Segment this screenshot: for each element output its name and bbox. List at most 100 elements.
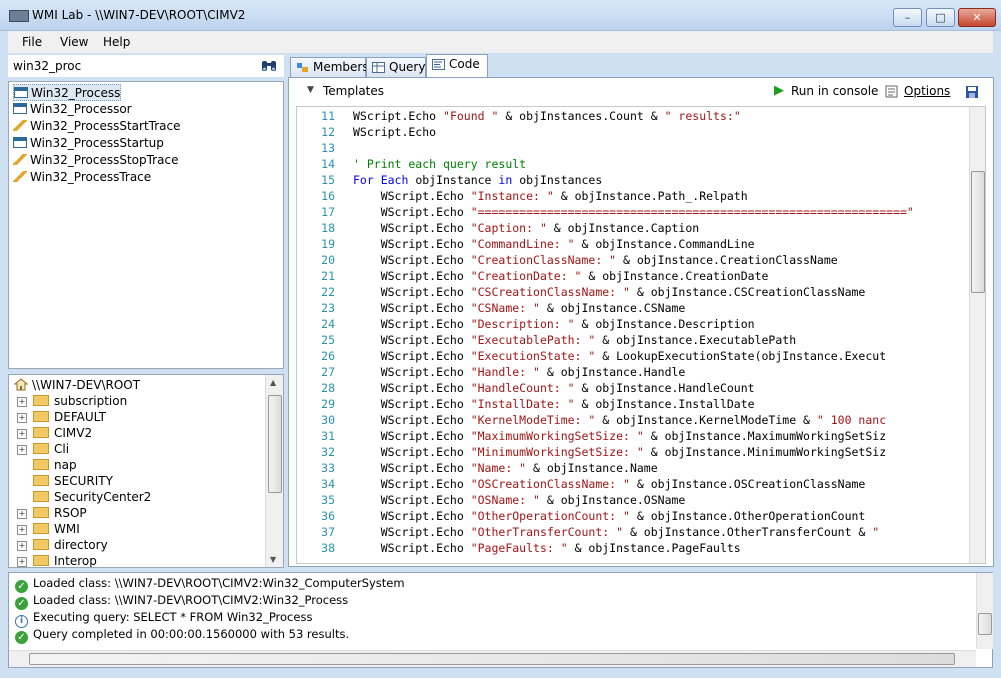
tree-item[interactable]: + Cli	[17, 441, 69, 457]
code-token: WScript.Echo	[353, 413, 471, 427]
scroll-thumb[interactable]	[268, 395, 282, 493]
tree-item-label: RSOP	[54, 506, 87, 520]
code-token: "HandleCount: "	[470, 381, 575, 395]
line-number: 34	[321, 477, 335, 491]
maximize-button[interactable]: □	[926, 8, 955, 27]
code-token: WScript.Echo	[353, 525, 471, 539]
class-list-item[interactable]: Win32_ProcessStartTrace	[13, 118, 180, 135]
code-token: & LookupExecutionState(objInstance.Execu…	[595, 349, 887, 363]
folder-icon	[33, 443, 49, 454]
class-list-item[interactable]: Win32_Processor	[13, 101, 132, 118]
code-editor[interactable]: 11 WScript.Echo "Found " & objInstances.C…	[296, 106, 986, 564]
tab-code[interactable]: Code	[426, 54, 488, 78]
tree-root[interactable]: \\WIN7-DEV\ROOT	[13, 377, 141, 393]
tree-item[interactable]: + directory	[17, 537, 108, 553]
scroll-down-icon[interactable]: ▼	[270, 555, 276, 564]
menu-help[interactable]: Help	[103, 35, 130, 49]
tab-members[interactable]: Members	[290, 57, 369, 77]
log-scroll-thumb[interactable]	[978, 613, 992, 635]
tree-root-label: \\WIN7-DEV\ROOT	[32, 378, 141, 392]
class-name: Win32_Processor	[30, 102, 132, 116]
tree-item[interactable]: + DEFAULT	[17, 409, 106, 425]
code-text: WScript.Echo "Caption: " & objInstance.C…	[353, 220, 700, 236]
code-text: WScript.Echo "CSName: " & objInstance.CS…	[353, 300, 686, 316]
expand-icon[interactable]: +	[17, 541, 27, 551]
table-icon	[372, 62, 385, 73]
expand-icon[interactable]: +	[17, 509, 27, 519]
code-token: "MinimumWorkingSetSize: "	[470, 445, 644, 459]
log-text: Loaded class: \\WIN7-DEV\ROOT\CIMV2:Win3…	[33, 576, 405, 590]
expand-icon[interactable]: +	[17, 429, 27, 439]
code-token: WScript.Echo	[353, 461, 471, 475]
tree-item[interactable]: + subscription	[17, 393, 127, 409]
code-scroll-thumb[interactable]	[971, 171, 985, 293]
code-token: objInstances	[512, 173, 603, 187]
event-icon	[13, 120, 27, 131]
tree-item-label: WMI	[54, 522, 80, 536]
line-number: 35	[321, 493, 335, 507]
templates-dropdown-icon[interactable]: ▼	[307, 85, 314, 95]
class-list-item[interactable]: Win32_Process	[13, 84, 122, 101]
code-text: WScript.Echo "CreationDate: " & objInsta…	[353, 268, 769, 284]
run-icon[interactable]: ▶	[774, 83, 784, 98]
options-icon[interactable]	[885, 85, 898, 98]
code-token: "InstallDate: "	[470, 397, 575, 411]
line-number: 22	[321, 285, 335, 299]
class-list-item[interactable]: Win32_ProcessStopTrace	[13, 152, 178, 169]
code-token: in	[498, 173, 513, 187]
code-token: "Description: "	[470, 317, 575, 331]
log-horizontal-scrollbar[interactable]	[9, 650, 976, 667]
run-in-console-button[interactable]: Run in console	[791, 84, 878, 98]
code-token: & objInstance.MinimumWorkingSetSiz	[643, 445, 887, 459]
code-text: WScript.Echo	[353, 124, 436, 140]
tree-item[interactable]: SECURITY	[17, 473, 113, 489]
expand-icon[interactable]: +	[17, 445, 27, 455]
class-list-item[interactable]: Win32_ProcessStartup	[13, 135, 164, 152]
expand-icon[interactable]: +	[17, 525, 27, 535]
binoculars-icon[interactable]	[261, 59, 277, 73]
tree-item[interactable]: nap	[17, 457, 77, 473]
tree-item[interactable]: + Interop	[17, 553, 97, 567]
tab-query[interactable]: Query	[366, 57, 426, 77]
class-list-item[interactable]: Win32_ProcessTrace	[13, 169, 151, 186]
code-token: WScript.Echo	[353, 125, 437, 139]
line-number: 18	[321, 221, 335, 235]
line-number: 12	[321, 125, 335, 139]
tree-item[interactable]: + WMI	[17, 521, 80, 537]
folder-icon	[33, 475, 49, 486]
menu-file[interactable]: File	[22, 35, 42, 49]
close-button[interactable]: ✕	[958, 8, 996, 27]
line-number: 36	[321, 509, 335, 523]
code-text: WScript.Echo "KernelModeTime: " & objIns…	[353, 412, 886, 428]
tree-item[interactable]: + CIMV2	[17, 425, 92, 441]
code-token: "CreationClassName: "	[470, 253, 617, 267]
expand-icon[interactable]: +	[17, 397, 27, 407]
log-text: Loaded class: \\WIN7-DEV\ROOT\CIMV2:Win3…	[33, 593, 349, 607]
code-token: "OSName: "	[470, 493, 540, 507]
save-icon[interactable]	[965, 85, 979, 99]
log-entry: ✓ Query completed in 00:00:00.1560000 wit…	[15, 626, 349, 644]
code-token: & objInstance.Handle	[539, 365, 686, 379]
code-token: "PageFaults: "	[470, 541, 568, 555]
code-text: WScript.Echo "CSCreationClassName: " & o…	[353, 284, 866, 300]
minimize-button[interactable]: –	[893, 8, 922, 27]
code-token: WScript.Echo	[353, 205, 471, 219]
log-vertical-scrollbar[interactable]	[976, 573, 993, 649]
tree-scrollbar[interactable]: ▲ ▼	[265, 375, 283, 567]
log-hscroll-thumb[interactable]	[29, 653, 955, 665]
menu-view[interactable]: View	[60, 35, 88, 49]
options-button[interactable]: Options	[904, 84, 950, 98]
class-search-input[interactable]	[9, 56, 267, 75]
code-token: " 100 nanc	[816, 413, 887, 427]
templates-button[interactable]: Templates	[323, 84, 384, 98]
code-text: WScript.Echo "Instance: " & objInstance.…	[353, 188, 748, 204]
expand-icon[interactable]: +	[17, 413, 27, 423]
tree-item[interactable]: + RSOP	[17, 505, 87, 521]
expand-icon[interactable]: +	[17, 557, 27, 567]
tree-item[interactable]: SecurityCenter2	[17, 489, 151, 505]
scroll-up-icon[interactable]: ▲	[270, 378, 276, 387]
code-token: & objInstance.InstallDate	[574, 397, 755, 411]
code-token: "Instance: "	[470, 189, 554, 203]
code-token: "MaximumWorkingSetSize: "	[470, 429, 644, 443]
code-vertical-scrollbar[interactable]	[969, 107, 985, 563]
